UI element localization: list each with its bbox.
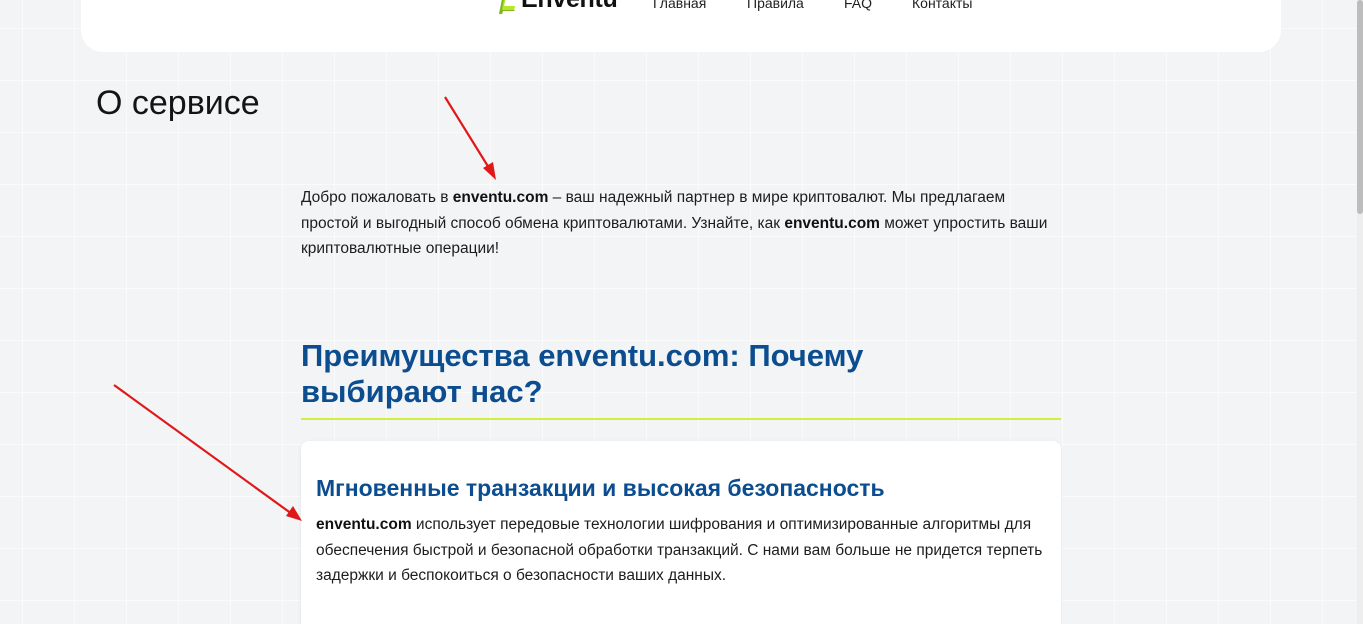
annotation-arrow-top: [444, 96, 496, 180]
section-divider: [301, 418, 1061, 420]
logo[interactable]: Enventu: [493, 0, 618, 16]
scrollbar-thumb[interactable]: [1357, 0, 1363, 214]
intro-brand-1: enventu.com: [452, 189, 549, 206]
section-title: Преимущества enventu.com: Почему выбираю…: [301, 338, 864, 409]
card-text: enventu.com использует передовые техноло…: [316, 512, 1046, 589]
logo-icon: [493, 0, 523, 16]
nav-home[interactable]: Главная: [653, 0, 706, 11]
card-title: Мгновенные транзакции и высокая безопасн…: [316, 475, 885, 501]
logo-text: Enventu: [521, 0, 618, 12]
card-body: использует передовые технологии шифрован…: [316, 516, 1043, 584]
nav-contacts[interactable]: Контакты: [912, 0, 972, 11]
intro-text-1: Добро пожаловать в: [301, 189, 453, 206]
card-brand: enventu.com: [316, 516, 412, 533]
nav-faq[interactable]: FAQ: [844, 0, 872, 11]
scrollbar[interactable]: [1357, 0, 1363, 624]
intro-brand-2: enventu.com: [784, 214, 880, 232]
feature-card: Мгновенные транзакции и высокая безопасн…: [301, 441, 1061, 624]
page-title: О сервисе: [96, 84, 260, 122]
intro-paragraph: Добро пожаловать в enventu.com – ваш над…: [301, 185, 1061, 262]
annotation-arrow-bottom: [113, 384, 302, 521]
site-header: Enventu Главная Правила FAQ Контакты: [81, 0, 1281, 52]
nav-rules[interactable]: Правила: [747, 0, 804, 11]
